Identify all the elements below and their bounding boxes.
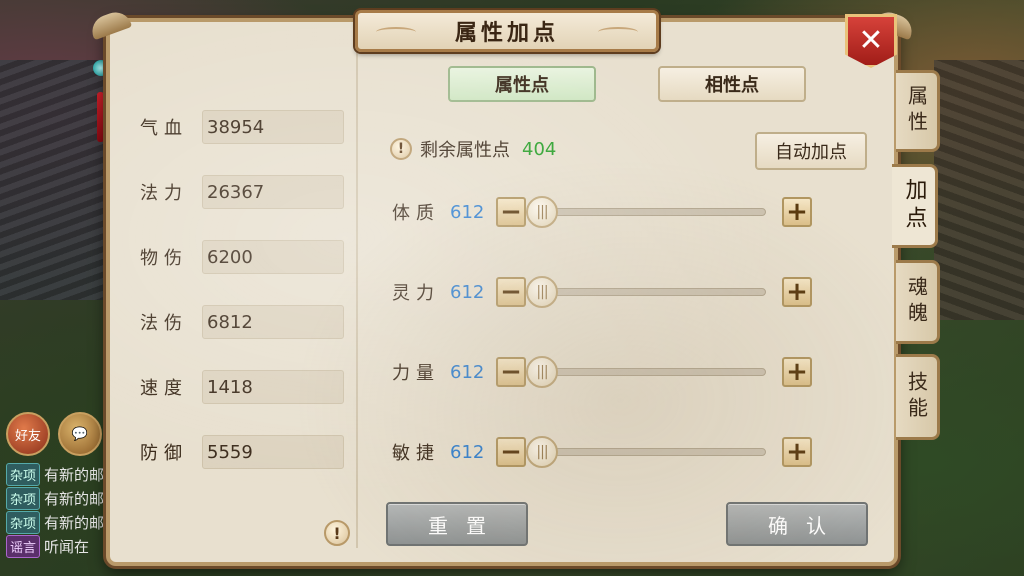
chat-feed[interactable]: 杂项 有新的邮 杂项 有新的邮 杂项 有新的邮 谣言 听闻在 [6,462,116,558]
chat-message: 有新的邮 [44,465,105,484]
chat-channel-tag: 杂项 [6,462,41,486]
confirm-button[interactable]: 确认 [726,502,868,546]
slider-handle[interactable]: ||| [526,196,558,228]
stat-label: 速度 [140,378,188,399]
slider-track [526,208,766,216]
side-tab-add-points[interactable]: 加点 [892,164,938,248]
side-tab-label: 属性 [904,85,929,137]
side-tab-label: 加点 [901,178,927,234]
attribute-value: 612 [450,281,485,303]
stat-row-defense: 防御 5559 [140,435,344,469]
increase-button[interactable]: + [782,437,812,467]
attribute-slider[interactable]: ||| [526,436,766,468]
stat-label: 物伤 [140,248,188,269]
stat-label: 气血 [140,118,188,139]
side-tab-attributes[interactable]: 属性 [896,70,940,152]
remaining-info-icon[interactable]: ! [390,138,412,160]
tab-affinity-points[interactable]: 相性点 [658,66,806,102]
slider-handle[interactable]: ||| [526,356,558,388]
stat-row-mana: 法力 26367 [140,175,344,209]
reset-button[interactable]: 重置 [386,502,528,546]
stat-label: 防御 [140,443,188,464]
close-icon: ✕ [858,23,884,58]
increase-button[interactable]: + [782,197,812,227]
jade-pendant-ornament [93,44,109,144]
slider-track [526,368,766,376]
stat-value: 6200 [202,240,344,274]
slider-track [526,448,766,456]
decrease-button[interactable]: − [496,437,526,467]
increase-button[interactable]: + [782,357,812,387]
attribute-value: 612 [450,441,485,463]
chat-message: 听闻在 [44,537,90,556]
chat-message: 有新的邮 [44,489,105,508]
close-button[interactable]: ✕ [845,14,897,68]
side-tab-soul[interactable]: 魂魄 [896,260,940,344]
attribute-label: 体质 [392,203,440,224]
stat-value: 6812 [202,305,344,339]
decrease-button[interactable]: − [496,277,526,307]
attribute-slider[interactable]: ||| [526,276,766,308]
slider-track [526,288,766,296]
attribute-slider[interactable]: ||| [526,356,766,388]
chat-line: 杂项 有新的邮 [6,510,116,534]
remaining-points-value: 404 [522,138,557,160]
stat-row-hp: 气血 38954 [140,110,344,144]
page-title: 属性加点 [454,21,559,46]
friends-icon[interactable]: 好友 [6,412,50,456]
side-tab-label: 技能 [904,371,929,423]
stat-value: 1418 [202,370,344,404]
stat-value: 5559 [202,435,344,469]
tab-attribute-points[interactable]: 属性点 [448,66,596,102]
decrease-button[interactable]: − [496,357,526,387]
stats-column: 气血 38954 法力 26367 物伤 6200 法伤 6812 速度 141… [118,36,358,548]
stat-value: 26367 [202,175,344,209]
chat-line: 谣言 听闻在 [6,534,116,558]
chat-shortcuts: 好友 💬 [6,412,102,456]
stat-label: 法伤 [140,313,188,334]
remaining-points: ! 剩余属性点 404 [390,136,556,162]
stat-row-physical-damage: 物伤 6200 [140,240,344,274]
chat-line: 杂项 有新的邮 [6,486,116,510]
attribute-slider[interactable]: ||| [526,196,766,228]
side-tab-skills[interactable]: 技能 [896,354,940,440]
chat-line: 杂项 有新的邮 [6,462,116,486]
decrease-button[interactable]: − [496,197,526,227]
attribute-label: 灵力 [392,283,440,304]
chat-channel-tag: 杂项 [6,510,41,534]
stat-row-speed: 速度 1418 [140,370,344,404]
attribute-row-strength: 力量 612 − ||| + [392,352,812,392]
chat-bubble-icon[interactable]: 💬 [58,412,102,456]
remaining-points-label: 剩余属性点 [420,140,510,161]
stat-row-magic-damage: 法伤 6812 [140,305,344,339]
chat-message: 有新的邮 [44,513,105,532]
slider-handle[interactable]: ||| [526,276,558,308]
attribute-value: 612 [450,201,485,223]
background-roof-right [934,60,1024,320]
increase-button[interactable]: + [782,277,812,307]
side-tab-label: 魂魄 [904,276,929,328]
attribute-panel: 属性加点 ✕ 气血 38954 法力 26367 物伤 6200 法伤 6812… [87,7,917,566]
attribute-row-agility: 敏捷 612 − ||| + [392,432,812,472]
attribute-row-spirit: 灵力 612 − ||| + [392,272,812,312]
slider-handle[interactable]: ||| [526,436,558,468]
auto-allocate-button[interactable]: 自动加点 [755,132,867,170]
chat-channel-tag: 杂项 [6,486,41,510]
title-banner: 属性加点 [355,10,659,52]
stats-info-icon[interactable]: ! [324,520,350,546]
chat-channel-tag: 谣言 [6,534,41,558]
attribute-label: 力量 [392,363,440,384]
attribute-label: 敏捷 [392,443,440,464]
stat-label: 法力 [140,183,188,204]
stat-value: 38954 [202,110,344,144]
attribute-row-constitution: 体质 612 − ||| + [392,192,812,232]
attribute-value: 612 [450,361,485,383]
friends-icon-label: 好友 [14,428,41,444]
